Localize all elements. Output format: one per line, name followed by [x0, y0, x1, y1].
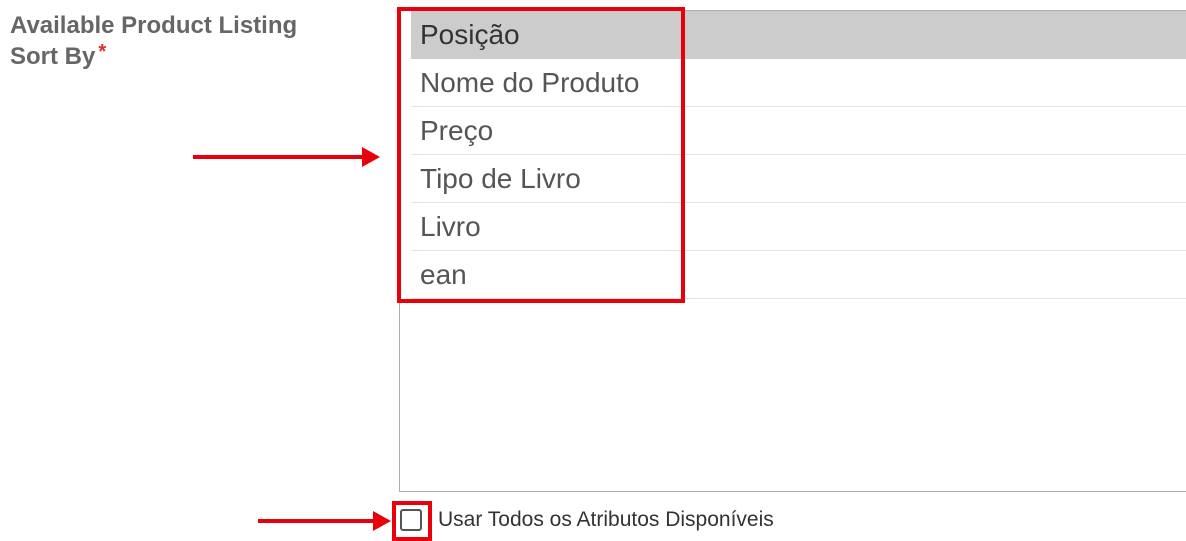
option-nome-do-produto[interactable]: Nome do Produto: [411, 59, 1186, 107]
arrow-to-checkbox: [258, 511, 391, 531]
option-posicao[interactable]: Posição: [411, 11, 1186, 59]
arrow-to-options: [193, 147, 380, 167]
sort-by-multiselect[interactable]: Posição Nome do Produto Preço Tipo de Li…: [399, 10, 1186, 492]
option-preco[interactable]: Preço: [411, 107, 1186, 155]
option-livro[interactable]: Livro: [411, 203, 1186, 251]
required-asterisk: *: [98, 41, 107, 63]
field-label: Available Product Listing Sort By *: [10, 10, 370, 74]
field-label-line2: Sort By *: [10, 41, 370, 74]
use-all-attributes-label[interactable]: Usar Todos os Atributos Disponíveis: [438, 506, 774, 534]
field-label-text: Sort By: [10, 43, 96, 70]
option-tipo-de-livro[interactable]: Tipo de Livro: [411, 155, 1186, 203]
field-label-line1: Available Product Listing: [10, 12, 298, 39]
use-all-attributes-checkbox[interactable]: [400, 509, 422, 531]
option-ean[interactable]: ean: [411, 251, 1186, 299]
